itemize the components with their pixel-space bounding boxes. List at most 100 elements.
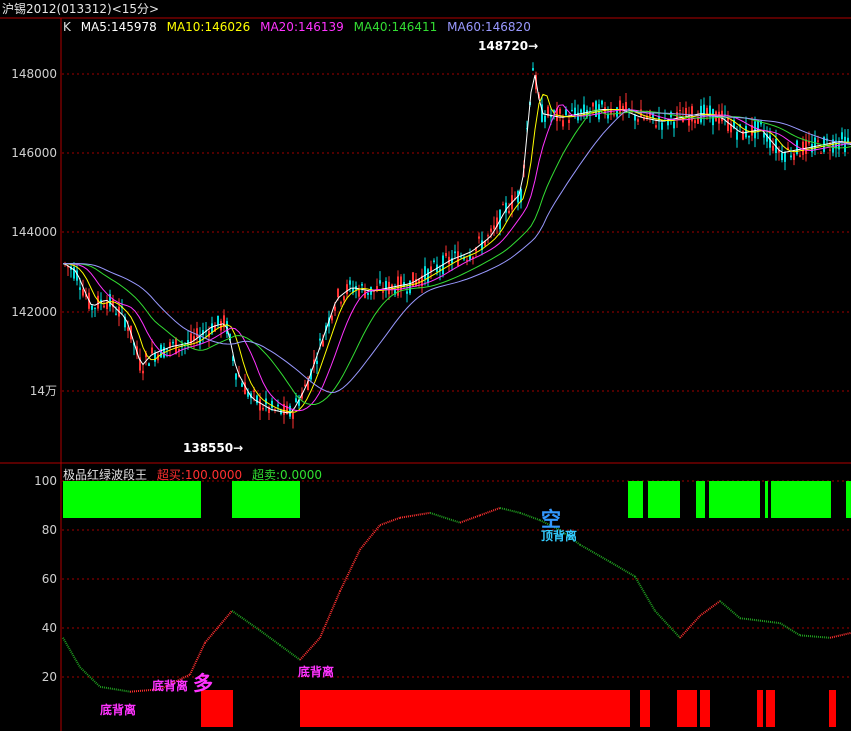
- candle-body: [820, 152, 822, 154]
- oscillator-segment: [519, 511, 541, 522]
- candle-body: [748, 135, 750, 138]
- red-band: [677, 690, 697, 727]
- indicator-annotation: 底背离: [298, 664, 334, 679]
- candle-body: [340, 302, 342, 304]
- indicator-tick-label: 100: [34, 474, 57, 488]
- green-band: [771, 481, 831, 518]
- oscillator-segment: [719, 600, 741, 619]
- oscillator-segment: [189, 642, 206, 675]
- candle-body: [544, 115, 546, 122]
- candle-body: [790, 155, 792, 158]
- chart-area[interactable]: 148000 146000 144000 142000 14万 100 80 60 40 20 14…: [0, 0, 851, 731]
- indicator-panel: 底背离底背离底背离顶背离多空: [62, 481, 851, 727]
- kline-label: K: [63, 20, 71, 34]
- oscillator-segment: [634, 576, 656, 612]
- y-axis: 148000 146000 144000 142000 14万 100 80 60 40 20 14…: [11, 39, 538, 684]
- oscillator-segment: [739, 617, 761, 622]
- candle-body: [103, 305, 105, 308]
- candle-body: [799, 155, 801, 157]
- green-band: [709, 481, 760, 518]
- candle-body: [337, 288, 339, 298]
- green-band: [846, 481, 851, 518]
- oscillator-segment: [779, 622, 801, 637]
- oversold-value: 超卖:0.0000: [251, 468, 323, 482]
- candle-body: [613, 114, 615, 116]
- green-band: [696, 481, 705, 518]
- oscillator-segment: [62, 637, 81, 668]
- candle-body: [502, 204, 504, 206]
- candle-body: [580, 109, 582, 113]
- ma10-value: MA10:146026: [166, 20, 251, 34]
- candle-body: [91, 305, 93, 310]
- indicator-annotation: 空: [541, 507, 561, 531]
- candle-body: [562, 120, 564, 127]
- oscillator-segment: [459, 514, 481, 524]
- candle-body: [754, 121, 756, 139]
- indicator-name: 极品红绿波段王: [63, 468, 148, 482]
- candle-body: [82, 289, 84, 296]
- candle-body: [430, 266, 432, 272]
- oscillator-segment: [699, 600, 721, 617]
- price-tick-label: 144000: [11, 225, 57, 239]
- candle-body: [379, 280, 381, 284]
- candle-body: [841, 132, 843, 140]
- ma-line: [62, 74, 851, 414]
- candle-body: [319, 338, 321, 341]
- candle-body: [196, 328, 198, 337]
- candle-body: [154, 352, 156, 362]
- candle-body: [241, 383, 243, 387]
- candle-body: [292, 412, 294, 419]
- oscillator-segment: [499, 506, 521, 514]
- candle-body: [685, 108, 687, 118]
- candle-body: [769, 135, 771, 148]
- candle-body: [772, 145, 774, 151]
- candle-body: [295, 398, 297, 403]
- oscillator-segment: [399, 511, 431, 519]
- green-band: [63, 481, 201, 518]
- candle-body: [592, 102, 594, 107]
- candle-body: [745, 125, 747, 138]
- red-band: [300, 690, 630, 727]
- oscillator-segment: [579, 543, 611, 563]
- candle-body: [343, 296, 345, 301]
- ma-legend: K MA5:145978 MA10:146026 MA20:146139 MA4…: [63, 20, 537, 34]
- candle-body: [79, 287, 81, 290]
- candle-body: [829, 149, 831, 151]
- candle-body: [433, 260, 435, 262]
- green-band: [628, 481, 643, 518]
- candle-body: [694, 120, 696, 124]
- candle-body: [115, 313, 117, 315]
- indicator-tick-label: 80: [42, 523, 57, 537]
- candle-body: [673, 121, 675, 129]
- candle-body: [346, 284, 348, 295]
- oscillator-segment: [479, 507, 501, 517]
- candle-body: [637, 119, 639, 122]
- candle-body: [259, 398, 261, 411]
- red-band: [829, 690, 836, 727]
- red-band: [201, 690, 233, 727]
- red-band: [640, 690, 650, 727]
- oscillator-segment: [429, 511, 461, 524]
- green-band: [232, 481, 300, 518]
- red-band: [766, 690, 775, 727]
- candle-body: [490, 228, 492, 232]
- candle-body: [571, 109, 573, 111]
- candle-body: [559, 108, 561, 114]
- candle-body: [805, 139, 807, 154]
- candle-body: [361, 283, 363, 286]
- oscillator-segment: [609, 560, 636, 578]
- price-tick-label: 142000: [11, 305, 57, 319]
- candle-body: [289, 405, 291, 417]
- candle-body: [217, 315, 219, 325]
- ma20-value: MA20:146139: [260, 20, 344, 34]
- price-tick-label: 146000: [11, 146, 57, 160]
- candle-body: [574, 107, 576, 115]
- candle-body: [457, 251, 459, 266]
- candle-body: [334, 306, 336, 311]
- red-band: [757, 690, 763, 727]
- grid-lines: [62, 73, 851, 678]
- ma40-value: MA40:146411: [353, 20, 438, 34]
- oscillator-segment: [679, 615, 701, 639]
- candle-body: [424, 266, 426, 279]
- oscillator-segment: [829, 631, 851, 639]
